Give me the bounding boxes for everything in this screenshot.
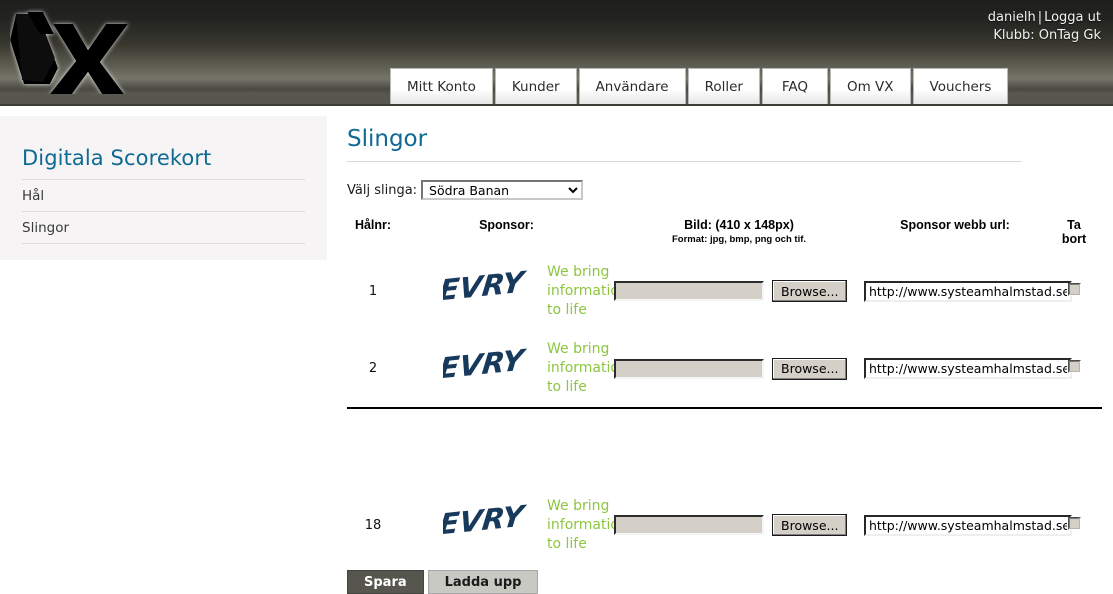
tab-kunder[interactable]: Kunder: [494, 68, 577, 105]
save-button[interactable]: Spara: [347, 570, 424, 594]
site-header: danielh | Logga ut Klubb: OnTag Gk Mitt Ko…: [0, 0, 1113, 106]
file-input[interactable]: [614, 515, 764, 535]
sidebar-item-hal[interactable]: Hål: [22, 179, 305, 211]
row-file-cell: Browse...: [614, 486, 864, 564]
club-label: Klubb: OnTag Gk: [993, 28, 1101, 43]
tab-mitt-konto[interactable]: Mitt Konto: [390, 68, 493, 105]
svg-text:EVRY: EVRY: [443, 500, 528, 541]
row-file-cell: Browse...: [614, 330, 864, 408]
svg-text:EVRY: EVRY: [443, 344, 528, 385]
table-row: 2 EVRY We bring information to life Brow…: [347, 330, 1102, 408]
main-nav: Mitt Konto Kunder Användare Roller FAQ O…: [390, 65, 1009, 105]
sidebar-item-slingor[interactable]: Slingor: [22, 211, 305, 244]
table-row: 18 EVRY We bring information to life Bro…: [347, 486, 1102, 564]
sponsor-table: Hålnr: Sponsor: Bild: (410 x 148px) Form…: [347, 218, 1102, 564]
sidebar: Digitala Scorekort Hål Slingor: [0, 116, 327, 260]
browse-button[interactable]: Browse...: [772, 357, 848, 380]
col-header-image: Bild: (410 x 148px) Format: jpg, bmp, pn…: [614, 218, 864, 252]
file-input[interactable]: [614, 281, 764, 301]
col-header-holenr: Hålnr:: [354, 218, 392, 232]
col-header-image-formats: Format: jpg, bmp, png och tif.: [671, 234, 807, 245]
tagline-line-1: We bring: [547, 341, 610, 357]
sponsor-url-input[interactable]: [864, 514, 1072, 536]
col-header-delete-line1: Ta: [1067, 218, 1081, 232]
col-header-delete-line2: bort: [1061, 232, 1087, 246]
evry-logo-icon: EVRY: [443, 266, 528, 307]
evry-logo-icon: EVRY: [443, 500, 528, 541]
row-sponsor-cell: EVRY We bring information to life: [399, 252, 628, 330]
sidebar-title: Digitala Scorekort: [22, 146, 212, 170]
tab-anvandare[interactable]: Användare: [578, 68, 686, 105]
browse-button[interactable]: Browse...: [772, 514, 848, 536]
tab-faq[interactable]: FAQ: [761, 68, 828, 105]
tab-om-vx[interactable]: Om VX: [829, 68, 911, 105]
tab-vouchers[interactable]: Vouchers: [912, 68, 1009, 105]
divider-cell: [347, 407, 1102, 486]
table-section-divider: [347, 407, 1102, 486]
slinga-select-label: Välj slinga:: [347, 182, 418, 198]
table-header-row: Hålnr: Sponsor: Bild: (410 x 148px) Form…: [347, 218, 1102, 252]
username: danielh: [987, 10, 1036, 25]
tagline-line-1: We bring: [547, 497, 610, 514]
user-line: danielh | Logga ut: [988, 9, 1101, 27]
delete-checkbox[interactable]: [1067, 282, 1081, 296]
table-row: 1 EVRY We bring information to life Brow…: [347, 252, 1102, 330]
content-area: Digitala Scorekort Hål Slingor Slingor V…: [0, 106, 1113, 594]
tab-roller[interactable]: Roller: [687, 68, 760, 105]
file-input[interactable]: [614, 358, 764, 379]
delete-checkbox[interactable]: [1067, 516, 1081, 530]
delete-checkbox[interactable]: [1067, 360, 1081, 373]
row-hole-number: 2: [368, 361, 378, 376]
slinga-select-row: Välj slinga: Södra Banan: [347, 180, 1103, 200]
user-info: danielh | Logga ut Klubb: OnTag Gk: [988, 9, 1101, 45]
col-header-image-main: Bild: (410 x 148px): [684, 218, 794, 232]
row-url-cell: [864, 330, 1072, 408]
vx-logo-icon[interactable]: [10, 6, 140, 94]
evry-logo-icon: EVRY: [443, 344, 528, 385]
slinga-select[interactable]: Södra Banan: [421, 180, 584, 200]
row-hole-number: 18: [364, 517, 382, 533]
upload-button[interactable]: Ladda upp: [427, 570, 539, 594]
tagline-line-3: to life: [547, 535, 587, 552]
sponsor-url-input[interactable]: [864, 358, 1072, 379]
svg-text:EVRY: EVRY: [443, 266, 528, 307]
logout-link[interactable]: Logga ut: [1044, 10, 1101, 25]
page-title: Slingor: [347, 126, 428, 152]
col-header-sponsor: Sponsor:: [479, 218, 534, 232]
row-file-cell: Browse...: [614, 252, 864, 330]
col-header-url: Sponsor webb url:: [900, 218, 1010, 232]
browse-button[interactable]: Browse...: [772, 280, 848, 302]
row-url-cell: [864, 486, 1072, 564]
row-sponsor-cell: EVRY We bring information to life: [399, 330, 628, 408]
action-buttons: Spara Ladda upp: [347, 570, 1103, 594]
sponsor-url-input[interactable]: [864, 280, 1072, 302]
user-separator: |: [1037, 10, 1043, 25]
tagline-line-3: to life: [547, 301, 587, 318]
row-hole-number: 1: [368, 283, 378, 299]
tagline-line-3: to life: [547, 379, 587, 395]
col-header-delete: Ta bort: [1046, 218, 1102, 252]
main-panel: Slingor Välj slinga: Södra Banan Hålnr: …: [341, 116, 1103, 594]
tagline-line-1: We bring: [547, 263, 610, 280]
row-url-cell: [864, 252, 1072, 330]
row-sponsor-cell: EVRY We bring information to life: [399, 486, 628, 564]
title-divider: [347, 161, 1022, 162]
